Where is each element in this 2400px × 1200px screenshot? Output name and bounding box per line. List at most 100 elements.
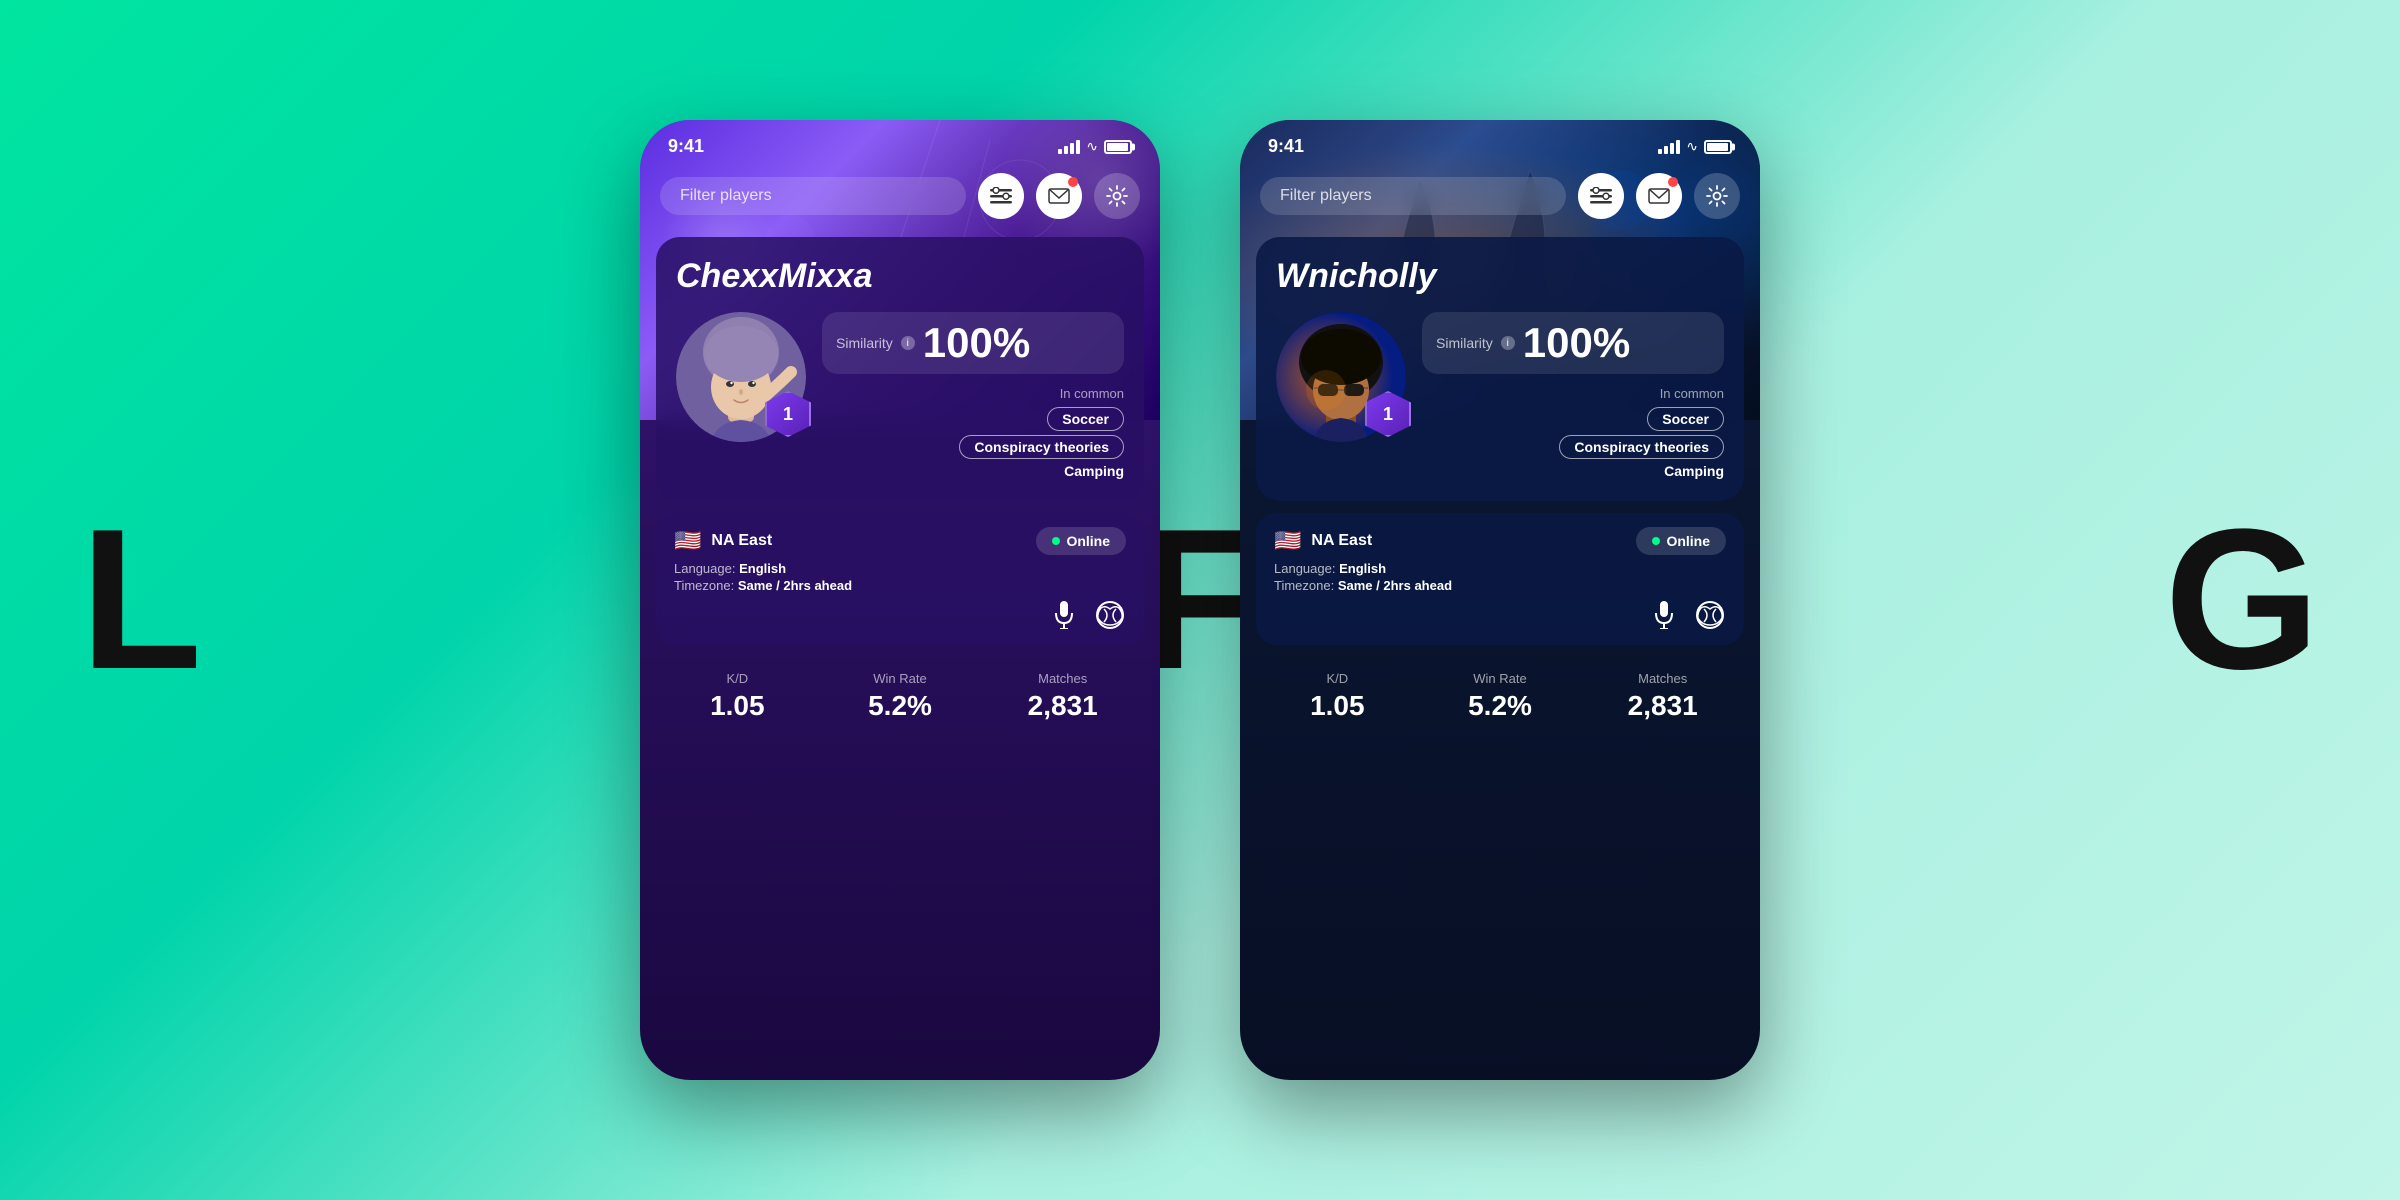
- settings-button-2[interactable]: [1694, 173, 1740, 219]
- phone-1-status-icons: ∿: [1058, 138, 1132, 155]
- info-icon-2: i: [1507, 338, 1509, 349]
- timezone-value-2: Same / 2hrs ahead: [1338, 578, 1452, 593]
- flag: 🇺🇸: [674, 528, 701, 554]
- phone-2-status-bar: 9:41 ∿: [1240, 120, 1760, 165]
- language-label: Language:: [674, 561, 735, 576]
- phone-1-search-input[interactable]: Filter players: [660, 177, 966, 215]
- region-name: NA East: [711, 532, 772, 550]
- phone-2-stats: K/D 1.05 Win Rate 5.2% Matches 2,831: [1256, 657, 1744, 736]
- profile-info: Similarity i 100% In common Soccer Consp…: [822, 312, 1124, 481]
- phone-1-search-bar: Filter players: [640, 165, 1160, 227]
- avatar-wrap-2: 1: [1276, 312, 1406, 442]
- platform-icons: [674, 599, 1126, 631]
- info-icon: i: [907, 338, 909, 349]
- language-row: Language: English: [674, 561, 1126, 576]
- stat-matches-label: Matches: [981, 671, 1144, 686]
- stat-kd-value-2: 1.05: [1256, 690, 1419, 722]
- tag-camping-2: Camping: [1422, 461, 1724, 481]
- online-dot-2: [1652, 537, 1660, 545]
- phone-2-search-bar: Filter players: [1240, 165, 1760, 227]
- stat-kd-2: K/D 1.05: [1256, 657, 1419, 736]
- mail-icon: [1048, 187, 1070, 205]
- language-row-2: Language: English: [1274, 561, 1726, 576]
- phone-1-stats: K/D 1.05 Win Rate 5.2% Matches 2,831: [656, 657, 1144, 736]
- battery-icon-2: [1704, 140, 1732, 154]
- mail-button[interactable]: [1036, 173, 1082, 219]
- stat-matches-2: Matches 2,831: [1581, 657, 1744, 736]
- profile-main-2: 1 Similarity i 100% In common Soccer: [1276, 312, 1724, 481]
- in-common-label-2: In common: [1422, 386, 1724, 401]
- stat-winrate-label: Win Rate: [819, 671, 982, 686]
- timezone-label-2: Timezone:: [1274, 578, 1334, 593]
- stat-matches-label-2: Matches: [1581, 671, 1744, 686]
- phone-2-profile-card: Wnicholly: [1256, 237, 1744, 501]
- signal-bars-2: [1658, 140, 1680, 154]
- signal-bar-2: [1664, 146, 1668, 154]
- stat-winrate-label-2: Win Rate: [1419, 671, 1582, 686]
- similarity-row: Similarity i 100%: [822, 312, 1124, 374]
- settings-button[interactable]: [1094, 173, 1140, 219]
- wifi-icon-2: ∿: [1686, 138, 1698, 155]
- tag-conspiracy: Conspiracy theories: [959, 435, 1124, 459]
- mail-badge-2: [1668, 177, 1678, 187]
- stat-matches: Matches 2,831: [981, 657, 1144, 736]
- filter-button[interactable]: [978, 173, 1024, 219]
- region-info-2: 🇺🇸 NA East: [1274, 528, 1372, 554]
- phone-1-time: 9:41: [668, 136, 704, 157]
- similarity-info-icon-2: i: [1501, 336, 1515, 350]
- stat-winrate-value-2: 5.2%: [1419, 690, 1582, 722]
- filter-button-2[interactable]: [1578, 173, 1624, 219]
- phones-container: 9:41 ∿ Filter players: [640, 120, 1760, 1080]
- tag-camping: Camping: [822, 461, 1124, 481]
- battery-fill-2: [1707, 143, 1728, 151]
- xbox-icon: [1094, 599, 1126, 631]
- similarity-label: Similarity: [836, 335, 893, 351]
- details-top: 🇺🇸 NA East Online: [674, 527, 1126, 555]
- phone-2-time: 9:41: [1268, 136, 1304, 157]
- online-dot: [1052, 537, 1060, 545]
- in-common: In common Soccer Conspiracy theories Cam…: [822, 386, 1124, 481]
- phone-1-details: 🇺🇸 NA East Online Language: English Time…: [656, 513, 1144, 645]
- xbox-svg-2: [1696, 601, 1724, 629]
- phone-2-player-name: Wnicholly: [1276, 257, 1724, 296]
- flag-2: 🇺🇸: [1274, 528, 1301, 554]
- in-common-2: In common Soccer Conspiracy theories Cam…: [1422, 386, 1724, 481]
- xbox-icon-2: [1694, 599, 1726, 631]
- mail-badge: [1068, 177, 1078, 187]
- search-placeholder-2: Filter players: [1280, 187, 1372, 204]
- battery-icon: [1104, 140, 1132, 154]
- filter-icon-2: [1590, 187, 1612, 205]
- mail-icon-2: [1648, 187, 1670, 205]
- phone-1-profile-card: ChexxMixxa: [656, 237, 1144, 501]
- details-top-2: 🇺🇸 NA East Online: [1274, 527, 1726, 555]
- signal-bar-2: [1064, 146, 1068, 154]
- signal-bar-1: [1058, 149, 1062, 154]
- phone-2-search-input[interactable]: Filter players: [1260, 177, 1566, 215]
- similarity-label-2: Similarity: [1436, 335, 1493, 351]
- stat-winrate-2: Win Rate 5.2%: [1419, 657, 1582, 736]
- microphone-svg-2: [1652, 601, 1676, 629]
- tag-soccer-2: Soccer: [1647, 407, 1724, 431]
- online-text: Online: [1066, 533, 1110, 549]
- search-placeholder: Filter players: [680, 187, 772, 204]
- phone-1-player-name: ChexxMixxa: [676, 257, 1124, 296]
- online-badge-2: Online: [1636, 527, 1726, 555]
- mail-button-2[interactable]: [1636, 173, 1682, 219]
- phone-2-status-icons: ∿: [1658, 138, 1732, 155]
- similarity-value-2: 100%: [1523, 322, 1630, 364]
- stat-matches-value: 2,831: [981, 690, 1144, 722]
- region-info: 🇺🇸 NA East: [674, 528, 772, 554]
- signal-bar-4: [1676, 140, 1680, 154]
- timezone-row-2: Timezone: Same / 2hrs ahead: [1274, 578, 1726, 593]
- stat-winrate-value: 5.2%: [819, 690, 982, 722]
- stat-matches-value-2: 2,831: [1581, 690, 1744, 722]
- stat-kd-value: 1.05: [656, 690, 819, 722]
- language-value-2: English: [1339, 561, 1386, 576]
- tag-soccer: Soccer: [1047, 407, 1124, 431]
- similarity-info-icon: i: [901, 336, 915, 350]
- microphone-svg: [1052, 601, 1076, 629]
- xbox-svg: [1096, 601, 1124, 629]
- stat-kd-label-2: K/D: [1256, 671, 1419, 686]
- signal-bar-3: [1070, 143, 1074, 154]
- profile-main: 1 Similarity i 100% In common Soccer: [676, 312, 1124, 481]
